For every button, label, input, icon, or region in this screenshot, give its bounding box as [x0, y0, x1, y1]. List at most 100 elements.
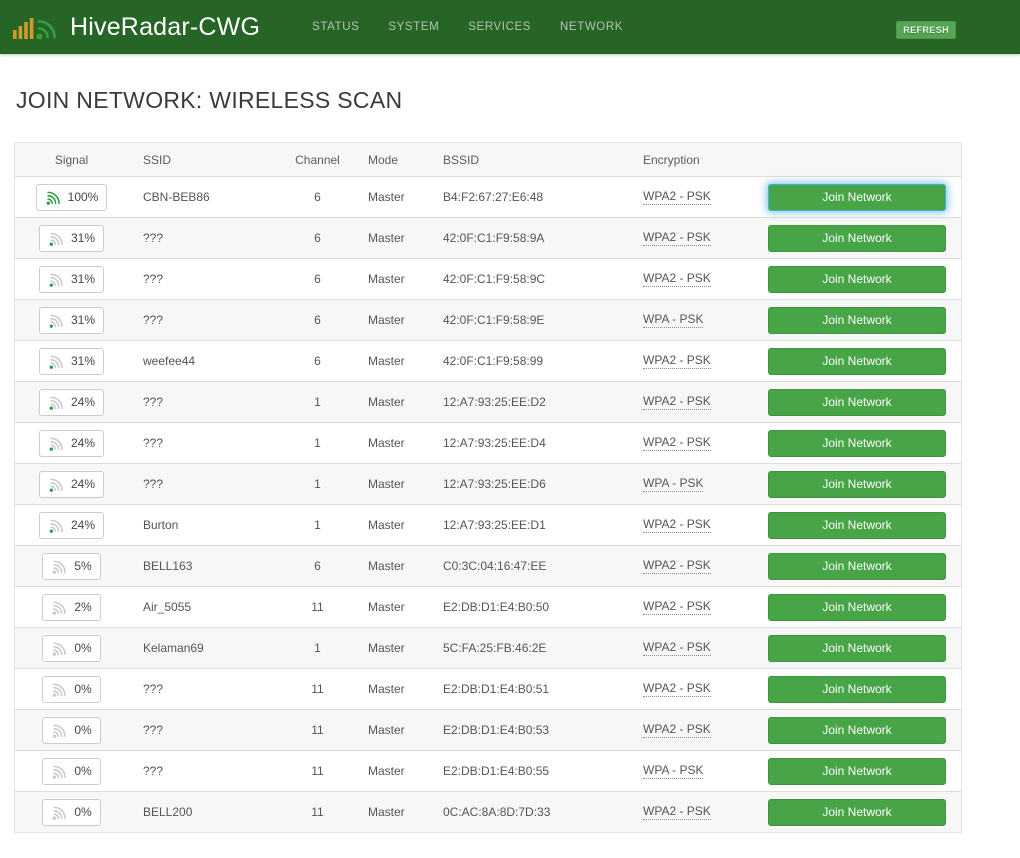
join-network-button[interactable]: Join Network — [768, 716, 946, 744]
channel-cell: 11 — [311, 764, 324, 778]
signal-percentage: 5% — [74, 559, 92, 573]
encryption-cell: WPA2 - PSK — [630, 353, 762, 369]
bssid-cell: 42:0F:C1:F9:58:9C — [443, 272, 546, 286]
signal-badge: 100% — [35, 183, 108, 211]
nav-item-services[interactable]: SERVICES — [468, 21, 531, 33]
signal-percentage: 0% — [74, 805, 92, 819]
wifi-signal-icon — [51, 558, 68, 575]
join-cell: Join Network — [762, 265, 961, 293]
nav-item-system[interactable]: SYSTEM — [388, 21, 439, 33]
join-cell: Join Network — [762, 634, 961, 662]
signal-badge: 5% — [42, 552, 101, 580]
join-cell: Join Network — [762, 716, 961, 744]
mode-cell: Master — [368, 805, 405, 819]
table-row: 31% ??? 6 Master 42:0F:C1:F9:58:9C WPA2 … — [15, 258, 961, 299]
signal-badge: 2% — [42, 593, 101, 621]
signal-percentage: 2% — [74, 600, 92, 614]
join-cell: Join Network — [762, 757, 961, 785]
wifi-signal-icon — [48, 435, 65, 452]
signal-badge: 31% — [38, 224, 105, 252]
bssid-cell: 12:A7:93:25:EE:D1 — [443, 518, 546, 532]
join-network-button[interactable]: Join Network — [768, 429, 946, 457]
mode-cell: Master — [368, 600, 405, 614]
signal-percentage: 100% — [67, 190, 99, 204]
signal-cell: 24% — [15, 470, 128, 498]
bssid-cell: E2:DB:D1:E4:B0:50 — [443, 600, 550, 614]
join-network-button[interactable]: Join Network — [768, 347, 946, 375]
column-header-channel: Channel — [295, 152, 340, 167]
channel-cell: 1 — [314, 518, 321, 532]
encryption-cell: WPA2 - PSK — [630, 804, 762, 820]
ssid-cell: ??? — [143, 395, 164, 409]
signal-cell: 5% — [15, 552, 128, 580]
main-content: JOIN NETWORK: WIRELESS SCAN Signal SSID … — [14, 87, 962, 833]
encryption-value: WPA2 - PSK — [643, 271, 711, 287]
join-network-button[interactable]: Join Network — [768, 552, 946, 580]
brand: HiveRadar-CWG — [12, 11, 260, 43]
join-network-button[interactable]: Join Network — [768, 511, 946, 539]
signal-percentage: 24% — [70, 477, 96, 491]
encryption-cell: WPA2 - PSK — [630, 722, 762, 738]
encryption-cell: WPA2 - PSK — [630, 599, 762, 615]
join-network-button[interactable]: Join Network — [768, 265, 946, 293]
encryption-value: WPA2 - PSK — [643, 640, 711, 656]
encryption-value: WPA2 - PSK — [643, 394, 711, 410]
encryption-cell: WPA - PSK — [630, 312, 762, 328]
ssid-cell: Burton — [143, 518, 179, 532]
refresh-button[interactable]: REFRESH — [896, 21, 956, 39]
signal-percentage: 0% — [74, 723, 92, 737]
ssid-cell: CBN-BEB86 — [143, 190, 210, 204]
mode-cell: Master — [368, 477, 405, 491]
table-body: 100% CBN-BEB86 6 Master B4:F2:67:27:E6:4… — [15, 176, 961, 832]
mode-cell: Master — [368, 190, 405, 204]
join-network-button[interactable]: Join Network — [768, 470, 946, 498]
signal-cell: 0% — [15, 675, 128, 703]
signal-cell: 100% — [15, 183, 128, 211]
join-network-button[interactable]: Join Network — [768, 634, 946, 662]
column-header-signal: Signal — [54, 152, 89, 167]
join-network-button[interactable]: Join Network — [768, 183, 946, 211]
wifi-signal-icon — [48, 312, 65, 329]
join-cell: Join Network — [762, 798, 961, 826]
join-network-button[interactable]: Join Network — [768, 593, 946, 621]
join-network-button[interactable]: Join Network — [768, 388, 946, 416]
bssid-cell: 42:0F:C1:F9:58:9E — [443, 313, 545, 327]
join-network-button[interactable]: Join Network — [768, 798, 946, 826]
bssid-cell: 0C:AC:8A:8D:7D:33 — [443, 805, 551, 819]
encryption-cell: WPA2 - PSK — [630, 189, 762, 205]
encryption-cell: WPA2 - PSK — [630, 435, 762, 451]
table-row: 0% ??? 11 Master E2:DB:D1:E4:B0:55 WPA -… — [15, 750, 961, 791]
nav-item-network[interactable]: NETWORK — [560, 21, 623, 33]
join-network-button[interactable]: Join Network — [768, 675, 946, 703]
ssid-cell: ??? — [143, 764, 164, 778]
mode-cell: Master — [368, 764, 405, 778]
channel-cell: 11 — [311, 723, 324, 737]
signal-cell: 31% — [15, 224, 128, 252]
column-header-bssid: BSSID — [443, 152, 480, 167]
join-network-button[interactable]: Join Network — [768, 306, 946, 334]
signal-cell: 31% — [15, 306, 128, 334]
encryption-cell: WPA - PSK — [630, 476, 762, 492]
encryption-value: WPA2 - PSK — [643, 353, 711, 369]
wifi-signal-icon — [51, 763, 68, 780]
wifi-signal-icon — [48, 230, 65, 247]
wifi-signal-icon — [51, 599, 68, 616]
signal-percentage: 31% — [70, 354, 96, 368]
bssid-cell: 12:A7:93:25:EE:D6 — [443, 477, 546, 491]
mode-cell: Master — [368, 559, 405, 573]
join-network-button[interactable]: Join Network — [768, 224, 946, 252]
encryption-value: WPA2 - PSK — [643, 804, 711, 820]
brand-title: HiveRadar-CWG — [70, 12, 261, 41]
main-nav: STATUS SYSTEM SERVICES NETWORK — [312, 21, 623, 33]
signal-percentage: 24% — [70, 395, 96, 409]
nav-item-status[interactable]: STATUS — [312, 21, 359, 33]
join-network-button[interactable]: Join Network — [768, 757, 946, 785]
signal-percentage: 0% — [74, 764, 92, 778]
channel-cell: 6 — [314, 190, 321, 204]
ssid-cell: BELL200 — [143, 805, 193, 819]
encryption-cell: WPA - PSK — [630, 763, 762, 779]
brand-signal-bars-wifi-icon — [12, 11, 62, 43]
signal-badge: 0% — [42, 675, 101, 703]
mode-cell: Master — [368, 641, 405, 655]
join-cell: Join Network — [762, 470, 961, 498]
